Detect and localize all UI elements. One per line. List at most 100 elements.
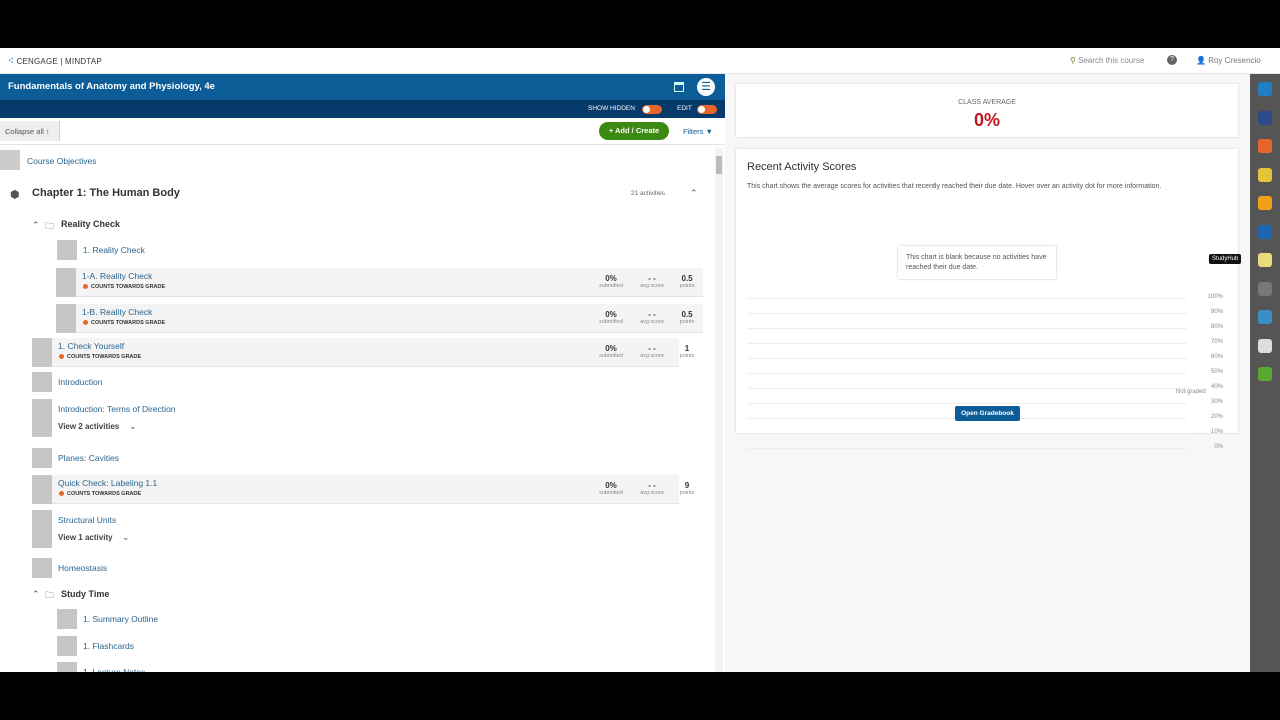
user-menu[interactable]: 👤 Roy Cresencio xyxy=(1196,56,1261,65)
view-activities-toggle[interactable]: View 2 activities xyxy=(58,422,119,431)
submitted-label: submitted xyxy=(599,283,623,289)
activity-link[interactable]: Introduction xyxy=(58,377,102,387)
product: MINDTAP xyxy=(65,57,102,66)
rss-icon[interactable] xyxy=(1258,139,1272,153)
page-icon xyxy=(32,558,52,578)
gridline xyxy=(747,388,1187,389)
highlighter-icon[interactable] xyxy=(1258,110,1272,125)
notes-icon[interactable] xyxy=(1258,338,1272,353)
chapter-count: 21 activities xyxy=(631,190,665,197)
study-item-link[interactable]: 1. Summary Outline xyxy=(83,614,158,624)
toolbar: Collapse all ↑ + Add / Create Filters ▼ xyxy=(0,118,725,145)
study-item-link[interactable]: 1. Flashcards xyxy=(83,641,134,651)
y-tick-label: 80% xyxy=(1210,324,1223,330)
activity-link[interactable]: 1. Check Yourself xyxy=(58,341,124,351)
class-average-value: 0% xyxy=(973,110,1000,130)
submitted-stat: 0% submitted xyxy=(593,310,629,325)
avg-label: avg score xyxy=(640,490,664,496)
activity-link[interactable]: 1-B. Reality Check xyxy=(82,307,152,317)
page-icon xyxy=(32,399,52,437)
search-icon: ⚲ xyxy=(1070,56,1076,65)
assignment-icon xyxy=(56,268,76,297)
folder-study-time[interactable]: Study Time xyxy=(61,589,109,599)
gridline xyxy=(747,358,1187,359)
activity-link[interactable]: Structural Units xyxy=(58,515,116,525)
points-value: 9 xyxy=(684,481,690,490)
collapse-label: Collapse all xyxy=(5,127,44,136)
y-tick-label: 70% xyxy=(1210,339,1223,345)
activity-row[interactable] xyxy=(32,338,679,367)
not-graded-label: Not graded xyxy=(1176,389,1206,395)
cnow-icon[interactable] xyxy=(1258,310,1272,324)
points-stat: 9 points xyxy=(669,481,705,496)
list-view-icon[interactable]: ☰ xyxy=(697,78,715,96)
avg-stat: - - avg score xyxy=(634,481,670,496)
folder-icon: 🗀 xyxy=(45,590,55,600)
edit-toggle[interactable] xyxy=(697,105,717,114)
chevron-up-icon[interactable]: ⌃ xyxy=(32,589,40,600)
avg-value: - - xyxy=(648,274,656,283)
chevron-up-icon[interactable]: ⌃ xyxy=(690,188,698,199)
chevron-down-icon[interactable]: ⌄ xyxy=(122,532,130,543)
mindtap-app: ⁖ CENGAGE | MINDTAP ⚲ Search this course… xyxy=(0,48,1280,672)
activity-link[interactable]: Homeostasis xyxy=(58,563,107,573)
avg-label: avg score xyxy=(640,283,664,289)
add-create-button[interactable]: + Add / Create xyxy=(599,122,669,140)
collapse-all-button[interactable]: Collapse all ↑ xyxy=(0,121,60,141)
open-gradebook-button[interactable]: Open Gradebook xyxy=(955,406,1020,421)
class-average-card: CLASS AVERAGE 0% xyxy=(736,84,1238,137)
avg-value: - - xyxy=(648,344,656,353)
top-bar: ⁖ CENGAGE | MINDTAP ⚲ Search this course… xyxy=(0,48,1280,74)
chapter-title[interactable]: Chapter 1: The Human Body xyxy=(32,187,180,199)
chevron-down-icon[interactable]: ⌄ xyxy=(129,421,137,432)
flashcard-app-icon[interactable] xyxy=(1258,196,1272,210)
study-item-link[interactable]: 1. Lecture Notes xyxy=(83,667,145,672)
y-tick-label: 50% xyxy=(1210,369,1223,375)
submitted-label: submitted xyxy=(599,319,623,325)
search-course[interactable]: ⚲ Search this course xyxy=(1070,56,1144,65)
gridline xyxy=(747,373,1187,374)
folder-reality-check[interactable]: Reality Check xyxy=(61,219,120,229)
points-value: 1 xyxy=(684,344,690,353)
toolbox-icon[interactable] xyxy=(1258,82,1272,96)
filters-button[interactable]: Filters ▼ xyxy=(683,127,713,136)
chevron-up-icon[interactable]: ⌃ xyxy=(32,220,40,231)
show-hidden-toggle[interactable] xyxy=(642,105,662,114)
user-icon: 👤 xyxy=(1196,56,1206,65)
submitted-stat: 0% submitted xyxy=(593,481,629,496)
gridline xyxy=(747,343,1187,344)
scrollbar[interactable] xyxy=(715,148,723,672)
avg-value: - - xyxy=(648,310,656,319)
points-stat: 0.5 points xyxy=(669,274,705,289)
activity-link[interactable]: Planes: Cavities xyxy=(58,453,119,463)
cengage-logo[interactable]: ⁖ CENGAGE | MINDTAP xyxy=(8,56,102,67)
activity-link[interactable]: Quick Check: Labeling 1.1 xyxy=(58,478,157,488)
activity-link[interactable]: 1-A. Reality Check xyxy=(82,271,152,281)
account-icon[interactable] xyxy=(1258,367,1272,381)
course-title-bar: Fundamentals of Anatomy and Physiology, … xyxy=(0,74,725,100)
studyhub-icon[interactable] xyxy=(1258,253,1272,267)
speech-icon[interactable] xyxy=(1258,281,1272,296)
avg-stat: - - avg score xyxy=(634,344,670,359)
help-icon[interactable]: ? xyxy=(1167,55,1177,65)
view-activities-toggle[interactable]: View 1 activity xyxy=(58,533,113,542)
folder-icon: 🗀 xyxy=(45,221,55,231)
y-tick-label: 60% xyxy=(1210,354,1223,360)
course-title: Fundamentals of Anatomy and Physiology, … xyxy=(8,81,215,92)
activity-link[interactable]: 1. Reality Check xyxy=(83,245,145,255)
class-average-label: CLASS AVERAGE xyxy=(958,99,1016,106)
activity-link[interactable]: Introduction: Terms of Direction xyxy=(58,404,175,414)
assignment-icon xyxy=(32,338,52,367)
course-objectives-link[interactable]: Course Objectives xyxy=(27,156,96,166)
assignment-icon xyxy=(32,475,52,504)
calendar-icon[interactable] xyxy=(674,82,684,92)
glossary-az-icon[interactable] xyxy=(1258,167,1272,182)
page-icon xyxy=(32,510,52,548)
book-icon[interactable] xyxy=(1258,224,1272,239)
course-options-bar: SHOW HIDDEN EDIT xyxy=(0,100,725,118)
points-stat: 1 points xyxy=(669,344,705,359)
gridline xyxy=(747,313,1187,314)
gridline xyxy=(747,328,1187,329)
gridline xyxy=(747,298,1187,299)
scrollbar-thumb[interactable] xyxy=(716,156,722,174)
